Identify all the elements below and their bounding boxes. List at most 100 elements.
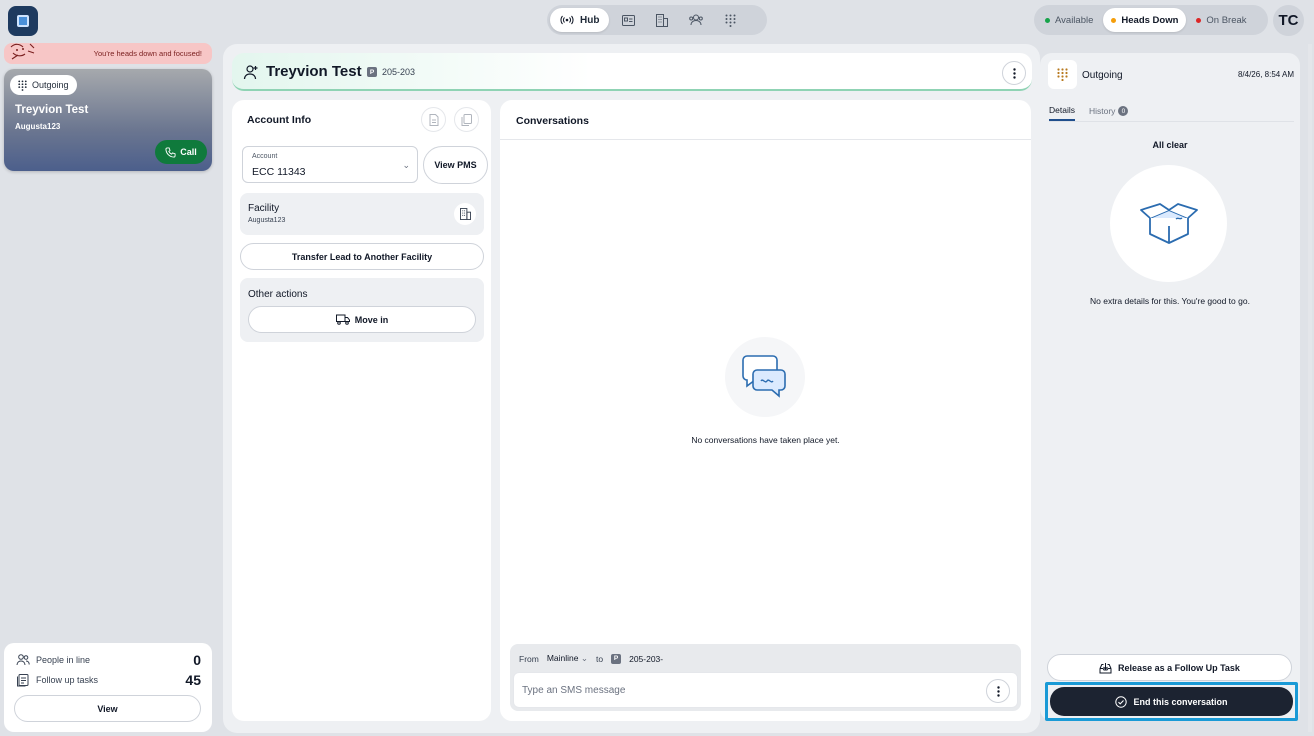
tab-details-label: Details	[1049, 105, 1075, 115]
building-icon	[656, 13, 669, 27]
end-conversation-button[interactable]: End this conversation	[1050, 687, 1293, 716]
call-details-panel: Outgoing 8/4/26, 8:54 AM Details History…	[1040, 53, 1300, 721]
nav-contacts[interactable]	[613, 8, 643, 32]
focus-message: You're heads down and focused!	[93, 49, 202, 58]
facility-value: Augusta123	[248, 217, 286, 224]
history-count-badge: 0	[1118, 106, 1129, 116]
empty-conversations-text: No conversations have taken place yet.	[691, 435, 840, 445]
release-follow-up-button[interactable]: Release as a Follow Up Task	[1047, 654, 1292, 681]
page-scrollbar[interactable]	[1308, 44, 1312, 732]
copy-button[interactable]	[454, 107, 479, 132]
more-vertical-icon	[1012, 67, 1016, 79]
sms-more-button[interactable]	[986, 679, 1010, 703]
open-box-icon	[1139, 202, 1198, 244]
facility-box: Facility Augusta123	[240, 193, 484, 235]
call-button[interactable]: Call	[155, 140, 207, 164]
release-follow-up-label: Release as a Follow Up Task	[1118, 662, 1240, 673]
status-dot-icon	[1111, 17, 1117, 23]
inbox-download-icon	[1099, 662, 1112, 673]
all-clear-heading: All clear	[1152, 140, 1188, 150]
follow-up-tasks-count: 45	[185, 672, 201, 688]
account-select-label: Account	[252, 153, 278, 160]
document-icon	[429, 113, 438, 126]
from-label: From	[519, 653, 539, 664]
follow-up-tasks-row: Follow up tasks 45	[16, 672, 201, 688]
id-card-icon	[621, 14, 635, 26]
from-line-select[interactable]: Mainline ⌄	[547, 653, 588, 664]
account-info-panel: Account Info Account ECC 11343 ⌄ View PM…	[232, 100, 491, 721]
sms-from-row: From Mainline ⌄ to P 205-203-	[519, 653, 663, 664]
move-in-label: Move in	[354, 314, 389, 325]
account-info-title: Account Info	[247, 114, 312, 126]
document-button[interactable]	[421, 107, 446, 132]
phone-type-badge: P	[367, 67, 377, 77]
contact-phone: P 205-203	[367, 67, 415, 77]
contact-header: Treyvion Test P 205-203	[232, 53, 1032, 91]
user-avatar[interactable]: TC	[1273, 5, 1304, 36]
other-actions-box: Other actions Move in	[240, 278, 484, 342]
truck-icon	[335, 314, 350, 325]
transfer-lead-button[interactable]: Transfer Lead to Another Facility	[240, 243, 484, 270]
view-queue-button[interactable]: View	[14, 695, 201, 722]
sms-message-input[interactable]: Type an SMS message	[513, 672, 1018, 708]
outgoing-chip: Outgoing	[10, 75, 77, 95]
active-call-card[interactable]: Outgoing Treyvion Test Augusta123 Call	[4, 69, 212, 171]
view-pms-button[interactable]: View PMS	[423, 146, 488, 184]
conversations-panel: Conversations No conversations have take…	[500, 100, 1031, 721]
follow-up-tasks-label: Follow up tasks	[36, 675, 99, 685]
tab-details[interactable]: Details	[1049, 105, 1075, 121]
nav-hub-label: Hub	[580, 14, 600, 26]
conversations-title: Conversations	[516, 115, 589, 127]
contact-phone-number: 205-203	[382, 67, 416, 77]
contact-name: Treyvion Test	[266, 63, 362, 80]
check-circle-icon	[1115, 695, 1128, 708]
outgoing-chip-label: Outgoing	[32, 80, 69, 90]
nav-facilities[interactable]	[647, 8, 677, 32]
status-on-break-label: On Break	[1206, 14, 1247, 26]
status-dot-icon	[1196, 17, 1202, 23]
tab-history[interactable]: History 0	[1088, 105, 1129, 121]
details-tabs: Details History 0	[1049, 105, 1129, 121]
status-selector: Available Heads Down On Break	[1034, 5, 1268, 35]
facility-label: Facility	[248, 203, 280, 214]
chat-bubbles-icon	[742, 355, 786, 398]
phone-icon	[165, 146, 176, 158]
keypad-icon	[18, 80, 27, 91]
focus-doodle-icon	[10, 43, 35, 60]
status-available-label: Available	[1055, 14, 1094, 26]
facility-details-button[interactable]	[454, 203, 476, 225]
copy-icon	[461, 113, 472, 126]
broadcast-icon	[560, 15, 574, 25]
nav-hub[interactable]: Hub	[550, 8, 610, 32]
empty-box-illustration	[1110, 165, 1227, 282]
call-contact-facility: Augusta123	[15, 122, 61, 131]
status-on-break[interactable]: On Break	[1188, 8, 1254, 32]
sms-placeholder: Type an SMS message	[522, 685, 626, 696]
status-heads-down[interactable]: Heads Down	[1103, 8, 1187, 32]
app-logo[interactable]	[8, 6, 38, 36]
people-icon	[16, 654, 30, 666]
tasks-icon	[17, 674, 29, 687]
end-conversation-label: End this conversation	[1133, 696, 1228, 707]
status-dot-icon	[1045, 17, 1050, 23]
details-title: Outgoing	[1082, 70, 1123, 81]
status-heads-down-label: Heads Down	[1121, 14, 1179, 26]
nav-dialpad[interactable]	[715, 8, 745, 32]
focus-banner: You're heads down and focused!	[4, 43, 212, 64]
people-in-line-count: 0	[193, 652, 201, 668]
move-in-button[interactable]: Move in	[248, 306, 476, 333]
account-select-value: ECC 11343	[252, 166, 306, 178]
to-number: 205-203-	[629, 653, 664, 664]
divider	[500, 139, 1031, 140]
contact-more-button[interactable]	[1002, 61, 1026, 85]
more-vertical-icon	[996, 685, 1000, 697]
call-button-label: Call	[180, 147, 197, 157]
account-select[interactable]: Account ECC 11343 ⌄	[242, 146, 418, 183]
phone-type-badge: P	[611, 653, 622, 664]
divider	[1049, 121, 1294, 122]
other-actions-title: Other actions	[248, 289, 308, 300]
nav-team[interactable]	[681, 8, 711, 32]
tab-history-label: History	[1088, 106, 1116, 116]
main-nav: Hub	[547, 5, 767, 35]
status-available[interactable]: Available	[1037, 8, 1101, 32]
